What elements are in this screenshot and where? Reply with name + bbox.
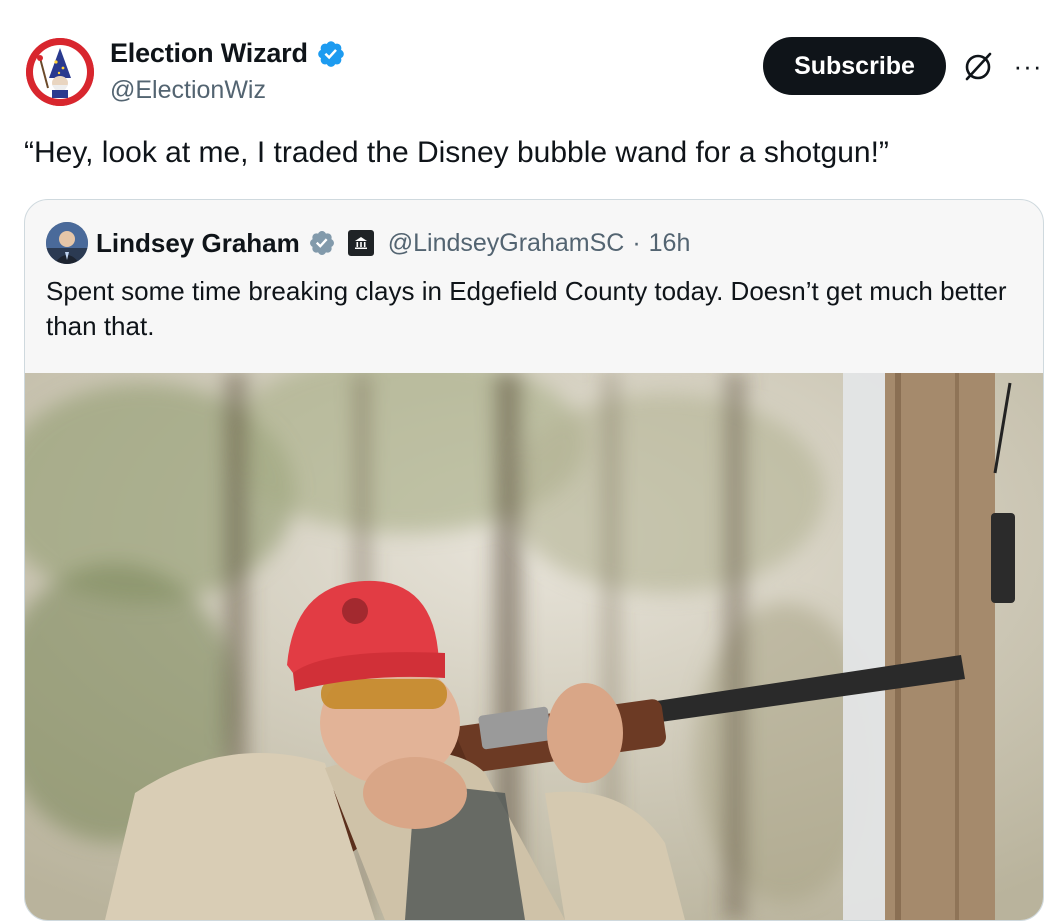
quoted-handle[interactable]: @LindseyGrahamSC bbox=[388, 229, 625, 258]
verified-badge-icon bbox=[309, 231, 334, 255]
quoted-avatar[interactable] bbox=[46, 222, 88, 264]
more-icon[interactable]: ··· bbox=[1012, 50, 1044, 82]
subscribe-button[interactable]: Subscribe bbox=[763, 37, 946, 95]
quoted-photo[interactable] bbox=[25, 373, 1043, 920]
quoted-header: Lindsey Graham @LindseyGrahamSC · 16h bbox=[46, 222, 690, 264]
author-name-row: Election Wizard bbox=[110, 38, 346, 69]
grok-icon[interactable] bbox=[960, 48, 996, 84]
author-avatar[interactable] bbox=[26, 38, 94, 106]
quoted-timestamp[interactable]: 16h bbox=[649, 229, 691, 258]
tweet-text: “Hey, look at me, I traded the Disney bu… bbox=[24, 136, 889, 169]
quoted-separator: · bbox=[632, 228, 641, 257]
government-badge-icon bbox=[347, 230, 374, 256]
quoted-tweet[interactable]: Lindsey Graham @LindseyGrahamSC · 16h Sp… bbox=[24, 199, 1044, 921]
author-display-name[interactable]: Election Wizard bbox=[110, 38, 308, 69]
author-handle[interactable]: @ElectionWiz bbox=[110, 76, 266, 105]
quoted-text: Spent some time breaking clays in Edgefi… bbox=[46, 276, 1007, 341]
quoted-display-name[interactable]: Lindsey Graham bbox=[96, 228, 300, 259]
verified-badge-icon bbox=[317, 40, 344, 67]
